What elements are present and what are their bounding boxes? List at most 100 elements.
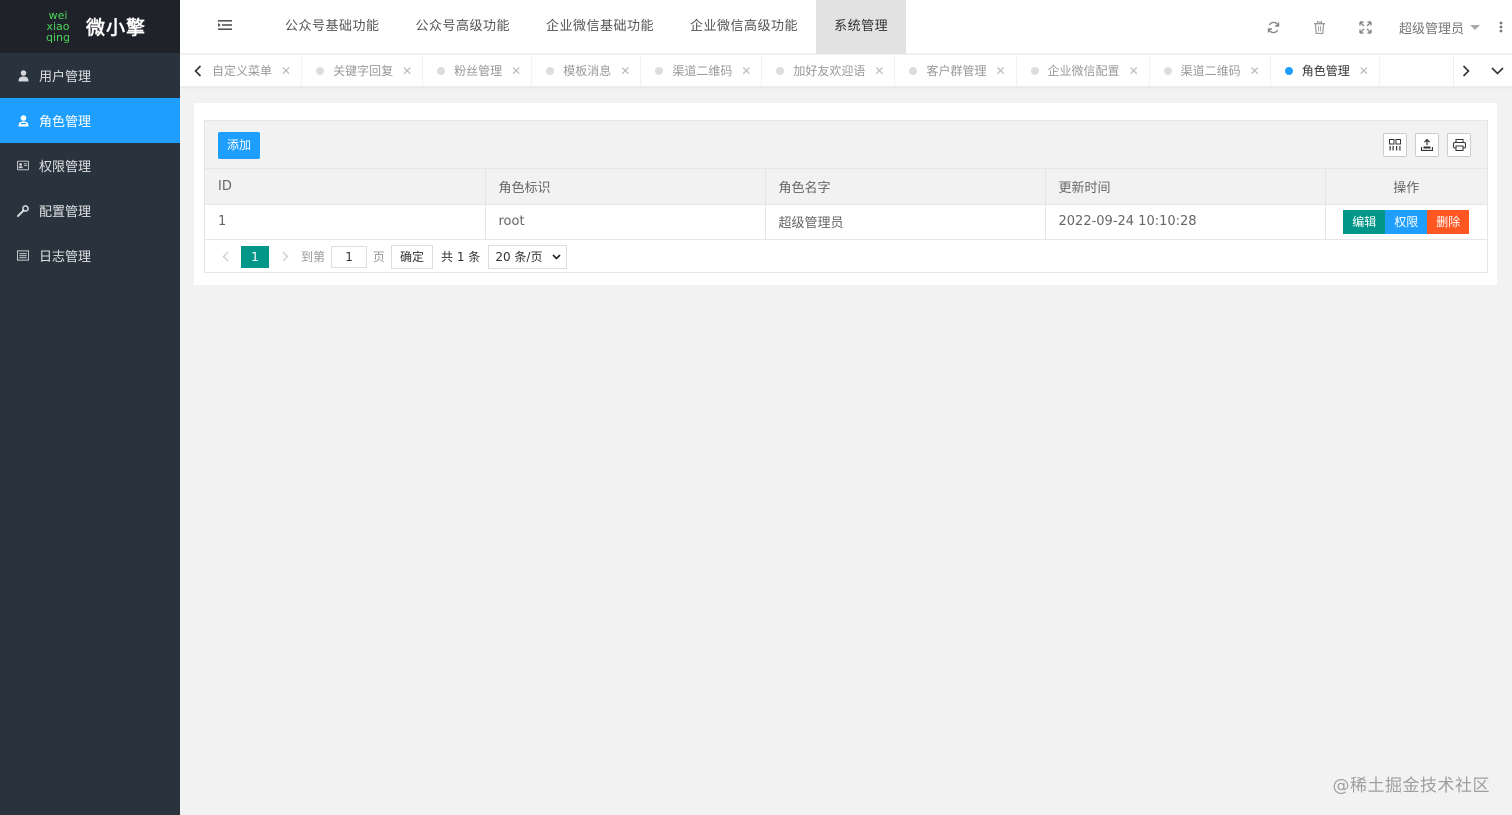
more-vertical-icon[interactable] (1490, 0, 1512, 54)
header-right: 超级管理员 (1251, 0, 1512, 54)
close-icon[interactable]: ✕ (1129, 65, 1139, 77)
id-card-icon (17, 160, 29, 172)
sidebar: wei xiao qing 微小擎 用户管理 角色管理 权限管理 配置管理 日志… (0, 0, 180, 815)
delete-button[interactable]: 删除 (1427, 209, 1470, 234)
close-icon[interactable]: ✕ (874, 65, 884, 77)
tab-keyword-reply[interactable]: 关键字回复 ✕ (302, 55, 424, 86)
column-header-actions: 操作 (1325, 169, 1487, 205)
tab-template-msg[interactable]: 模板消息 ✕ (532, 55, 642, 86)
tabs-next-icon[interactable] (1453, 55, 1477, 86)
tab-dot (776, 66, 785, 75)
top-header: 公众号基础功能 公众号高级功能 企业微信基础功能 企业微信高级功能 系统管理 超… (180, 0, 1512, 54)
tab-wecom-config[interactable]: 企业微信配置 ✕ (1017, 55, 1150, 86)
row-actions: 编辑 权限 删除 (1343, 209, 1470, 234)
watermark: @稀土掘金技术社区 (1332, 776, 1490, 796)
permissions-button[interactable]: 权限 (1385, 209, 1428, 234)
page-unit-label: 页 (373, 250, 386, 264)
sidebar-item-label: 配置管理 (39, 205, 92, 220)
close-icon[interactable]: ✕ (1359, 65, 1369, 77)
next-page-icon[interactable] (275, 246, 295, 268)
tab-welcome-msg[interactable]: 加好友欢迎语 ✕ (762, 55, 896, 86)
sidebar-item-logs[interactable]: 日志管理 (0, 233, 180, 278)
tab-label: 企业微信配置 (1047, 64, 1120, 78)
close-icon[interactable]: ✕ (741, 65, 751, 77)
print-icon[interactable] (1447, 133, 1471, 157)
export-icon[interactable] (1415, 133, 1439, 157)
user-name: 超级管理员 (1398, 21, 1464, 37)
close-icon[interactable]: ✕ (620, 65, 630, 77)
sidebar-item-config[interactable]: 配置管理 (0, 188, 180, 233)
tab-label: 自定义菜单 (212, 64, 273, 78)
nav-mp-basic[interactable]: 公众号基础功能 (267, 0, 398, 54)
column-header-role-key: 角色标识 (485, 169, 766, 205)
close-icon[interactable]: ✕ (995, 65, 1005, 77)
goto-label: 到第 (301, 250, 326, 264)
role-user-icon (17, 114, 29, 127)
goto-confirm-button[interactable]: 确定 (391, 244, 434, 269)
sidebar-toggle-icon[interactable] (218, 19, 234, 35)
tab-roles[interactable]: 角色管理 ✕ (1271, 55, 1380, 86)
roles-table: ID 角色标识 角色名字 更新时间 操作 1 root 超级管理员 2022-0… (205, 169, 1487, 240)
nav-mp-advanced[interactable]: 公众号高级功能 (398, 0, 529, 54)
nav-system[interactable]: 系统管理 (816, 0, 907, 54)
sidebar-item-label: 权限管理 (39, 160, 92, 175)
tabs-prev-icon[interactable] (188, 55, 208, 86)
logo-mark-line: qing (46, 31, 70, 44)
columns-filter-icon[interactable] (1383, 133, 1407, 157)
tab-label: 渠道二维码 (672, 64, 733, 78)
nav-wecom-advanced[interactable]: 企业微信高级功能 (672, 0, 816, 54)
fullscreen-icon[interactable] (1343, 0, 1389, 54)
tab-dot (1284, 66, 1293, 75)
table-row[interactable]: 1 root 超级管理员 2022-09-24 10:10:28 编辑 权限 删… (205, 204, 1487, 240)
sidebar-item-permissions[interactable]: 权限管理 (0, 143, 180, 188)
tab-fans[interactable]: 粉丝管理 ✕ (423, 55, 533, 86)
close-icon[interactable]: ✕ (281, 65, 291, 77)
tab-label: 渠道二维码 (1180, 64, 1241, 78)
close-icon[interactable]: ✕ (402, 65, 412, 77)
tab-custom-menu[interactable]: 自定义菜单 ✕ (208, 55, 303, 86)
data-table-container: 添加 ID 角色标识 角色名字 更新时间 操作 1 root 超级管理员 202… (204, 120, 1488, 273)
table-header-row: ID 角色标识 角色名字 更新时间 操作 (205, 169, 1487, 205)
user-icon (17, 69, 29, 82)
sidebar-item-label: 日志管理 (39, 250, 92, 265)
tab-channel-qrcode-2[interactable]: 渠道二维码 ✕ (1150, 55, 1271, 86)
tab-label: 加好友欢迎语 (793, 64, 866, 78)
logo-title: 微小擎 (86, 17, 147, 39)
close-icon[interactable]: ✕ (1250, 65, 1260, 77)
current-page[interactable]: 1 (241, 245, 269, 268)
caret-down-icon (1470, 24, 1480, 30)
user-menu[interactable]: 超级管理员 (1389, 0, 1490, 54)
cell-id: 1 (205, 204, 486, 240)
tabs-menu-chevron-down-icon[interactable] (1483, 55, 1512, 86)
tab-dot (909, 66, 918, 75)
tab-label: 粉丝管理 (454, 64, 503, 78)
tab-label: 客户群管理 (926, 64, 987, 78)
refresh-icon[interactable] (1251, 0, 1297, 54)
tab-dot (1030, 66, 1039, 75)
nav-wecom-basic[interactable]: 企业微信基础功能 (528, 0, 672, 54)
total-count: 共 1 条 (441, 250, 481, 264)
goto-page-input[interactable] (331, 245, 368, 268)
table-toolbar: 添加 (205, 121, 1487, 169)
tab-list: 自定义菜单 ✕ 关键字回复 ✕ 粉丝管理 ✕ 模板消息 ✕ 渠道二维码 ✕ 加好友欢迎语 ✕… (208, 55, 1451, 86)
cell-actions: 编辑 权限 删除 (1325, 204, 1487, 240)
logo[interactable]: wei xiao qing 微小擎 (0, 0, 180, 53)
sidebar-item-roles[interactable]: 角色管理 (0, 98, 180, 143)
trash-icon[interactable] (1297, 0, 1343, 54)
chevron-down-icon (552, 253, 561, 260)
tab-customer-groups[interactable]: 客户群管理 ✕ (895, 55, 1017, 86)
tab-dot (437, 66, 446, 75)
edit-button[interactable]: 编辑 (1343, 209, 1386, 234)
pagination: 1 到第 页 确定 共 1 条 20 条/页 (205, 240, 1487, 273)
add-button[interactable]: 添加 (218, 132, 261, 159)
sidebar-item-label: 角色管理 (39, 115, 92, 130)
content-card: 添加 ID 角色标识 角色名字 更新时间 操作 1 root 超级管理员 202… (194, 103, 1497, 285)
prev-page-icon[interactable] (215, 246, 235, 268)
tab-channel-qrcode[interactable]: 渠道二维码 ✕ (641, 55, 763, 86)
sidebar-item-users[interactable]: 用户管理 (0, 53, 180, 98)
tab-label: 角色管理 (1301, 64, 1350, 78)
close-icon[interactable]: ✕ (511, 65, 521, 77)
sidebar-item-label: 用户管理 (39, 70, 92, 85)
page-size-select[interactable]: 20 条/页 (488, 244, 568, 269)
page-tabs: 自定义菜单 ✕ 关键字回复 ✕ 粉丝管理 ✕ 模板消息 ✕ 渠道二维码 ✕ 加好友欢迎语 ✕… (180, 55, 1512, 87)
